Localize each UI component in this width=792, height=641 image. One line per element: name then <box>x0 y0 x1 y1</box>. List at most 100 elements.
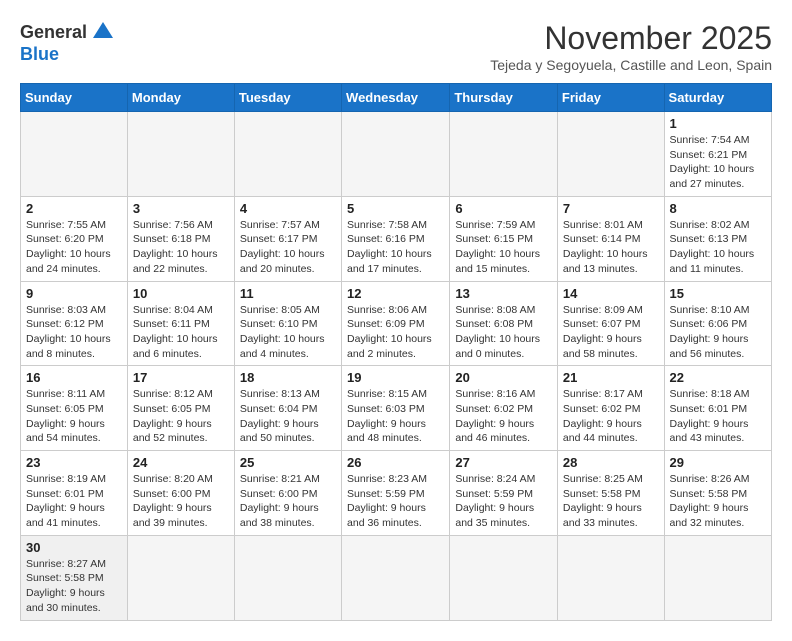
calendar-week-row: 9 Sunrise: 8:03 AM Sunset: 6:12 PM Daylig… <box>21 281 772 366</box>
calendar-week-row: 2 Sunrise: 7:55 AM Sunset: 6:20 PM Daylig… <box>21 196 772 281</box>
day-info: Sunrise: 8:02 AM Sunset: 6:13 PM Dayligh… <box>670 218 766 277</box>
day-number: 9 <box>26 286 122 301</box>
calendar-cell: 20 Sunrise: 8:16 AM Sunset: 6:02 PM Dayli… <box>450 366 558 451</box>
calendar-cell <box>557 112 664 197</box>
weekday-header-thursday: Thursday <box>450 84 558 112</box>
day-number: 17 <box>133 370 229 385</box>
day-number: 6 <box>455 201 552 216</box>
day-info: Sunrise: 8:27 AM Sunset: 5:58 PM Dayligh… <box>26 557 122 616</box>
day-info: Sunrise: 8:12 AM Sunset: 6:05 PM Dayligh… <box>133 387 229 446</box>
calendar-cell: 22Sunrise: 8:18 AM Sunset: 6:01 PM Dayli… <box>664 366 771 451</box>
calendar-cell: 30 Sunrise: 8:27 AM Sunset: 5:58 PM Dayli… <box>21 535 128 620</box>
day-info: Sunrise: 8:04 AM Sunset: 6:11 PM Dayligh… <box>133 303 229 362</box>
calendar-cell: 7 Sunrise: 8:01 AM Sunset: 6:14 PM Daylig… <box>557 196 664 281</box>
day-number: 27 <box>455 455 552 470</box>
calendar-table: SundayMondayTuesdayWednesdayThursdayFrid… <box>20 83 772 621</box>
day-number: 10 <box>133 286 229 301</box>
day-info: Sunrise: 8:03 AM Sunset: 6:12 PM Dayligh… <box>26 303 122 362</box>
calendar-cell <box>450 112 558 197</box>
weekday-header-monday: Monday <box>127 84 234 112</box>
calendar-cell: 8 Sunrise: 8:02 AM Sunset: 6:13 PM Daylig… <box>664 196 771 281</box>
month-year-title: November 2025 <box>490 20 772 57</box>
calendar-cell: 29 Sunrise: 8:26 AM Sunset: 5:58 PM Dayli… <box>664 451 771 536</box>
weekday-header-wednesday: Wednesday <box>342 84 450 112</box>
weekday-header-sunday: Sunday <box>21 84 128 112</box>
day-info: Sunrise: 7:57 AM Sunset: 6:17 PM Dayligh… <box>240 218 336 277</box>
day-number: 14 <box>563 286 659 301</box>
day-info: Sunrise: 8:17 AM Sunset: 6:02 PM Dayligh… <box>563 387 659 446</box>
day-info: Sunrise: 8:01 AM Sunset: 6:14 PM Dayligh… <box>563 218 659 277</box>
day-info: Sunrise: 8:15 AM Sunset: 6:03 PM Dayligh… <box>347 387 444 446</box>
calendar-cell <box>342 112 450 197</box>
logo-blue-text: Blue <box>20 44 59 65</box>
day-number: 18 <box>240 370 336 385</box>
day-number: 7 <box>563 201 659 216</box>
day-number: 26 <box>347 455 444 470</box>
calendar-cell: 13 Sunrise: 8:08 AM Sunset: 6:08 PM Dayli… <box>450 281 558 366</box>
day-number: 20 <box>455 370 552 385</box>
calendar-cell: 3Sunrise: 7:56 AM Sunset: 6:18 PM Daylig… <box>127 196 234 281</box>
calendar-cell: 4 Sunrise: 7:57 AM Sunset: 6:17 PM Daylig… <box>234 196 341 281</box>
calendar-cell: 9 Sunrise: 8:03 AM Sunset: 6:12 PM Daylig… <box>21 281 128 366</box>
calendar-cell: 12 Sunrise: 8:06 AM Sunset: 6:09 PM Dayli… <box>342 281 450 366</box>
calendar-cell <box>21 112 128 197</box>
day-info: Sunrise: 8:26 AM Sunset: 5:58 PM Dayligh… <box>670 472 766 531</box>
day-number: 28 <box>563 455 659 470</box>
calendar-week-row: 1Sunrise: 7:54 AM Sunset: 6:21 PM Daylig… <box>21 112 772 197</box>
calendar-cell: 2 Sunrise: 7:55 AM Sunset: 6:20 PM Daylig… <box>21 196 128 281</box>
calendar-cell <box>234 112 341 197</box>
calendar-cell: 15 Sunrise: 8:10 AM Sunset: 6:06 PM Dayli… <box>664 281 771 366</box>
day-info: Sunrise: 8:24 AM Sunset: 5:59 PM Dayligh… <box>455 472 552 531</box>
day-info: Sunrise: 8:16 AM Sunset: 6:02 PM Dayligh… <box>455 387 552 446</box>
day-info: Sunrise: 8:20 AM Sunset: 6:00 PM Dayligh… <box>133 472 229 531</box>
calendar-cell: 11Sunrise: 8:05 AM Sunset: 6:10 PM Dayli… <box>234 281 341 366</box>
calendar-week-row: 30 Sunrise: 8:27 AM Sunset: 5:58 PM Dayli… <box>21 535 772 620</box>
day-number: 16 <box>26 370 122 385</box>
day-info: Sunrise: 8:10 AM Sunset: 6:06 PM Dayligh… <box>670 303 766 362</box>
day-number: 23 <box>26 455 122 470</box>
logo-icon <box>91 20 115 44</box>
day-number: 21 <box>563 370 659 385</box>
day-number: 29 <box>670 455 766 470</box>
logo: General Blue <box>20 20 115 65</box>
day-number: 13 <box>455 286 552 301</box>
day-number: 2 <box>26 201 122 216</box>
day-info: Sunrise: 7:55 AM Sunset: 6:20 PM Dayligh… <box>26 218 122 277</box>
day-info: Sunrise: 8:11 AM Sunset: 6:05 PM Dayligh… <box>26 387 122 446</box>
day-number: 8 <box>670 201 766 216</box>
calendar-cell: 10 Sunrise: 8:04 AM Sunset: 6:11 PM Dayli… <box>127 281 234 366</box>
day-info: Sunrise: 7:59 AM Sunset: 6:15 PM Dayligh… <box>455 218 552 277</box>
day-info: Sunrise: 8:05 AM Sunset: 6:10 PM Dayligh… <box>240 303 336 362</box>
day-number: 5 <box>347 201 444 216</box>
calendar-cell <box>342 535 450 620</box>
day-number: 30 <box>26 540 122 555</box>
calendar-cell: 14Sunrise: 8:09 AM Sunset: 6:07 PM Dayli… <box>557 281 664 366</box>
calendar-cell: 21 Sunrise: 8:17 AM Sunset: 6:02 PM Dayli… <box>557 366 664 451</box>
day-number: 12 <box>347 286 444 301</box>
day-info: Sunrise: 8:25 AM Sunset: 5:58 PM Dayligh… <box>563 472 659 531</box>
header: General Blue November 2025 Tejeda y Sego… <box>20 20 772 73</box>
calendar-cell: 26Sunrise: 8:23 AM Sunset: 5:59 PM Dayli… <box>342 451 450 536</box>
calendar-cell: 16 Sunrise: 8:11 AM Sunset: 6:05 PM Dayli… <box>21 366 128 451</box>
calendar-cell: 23Sunrise: 8:19 AM Sunset: 6:01 PM Dayli… <box>21 451 128 536</box>
calendar-week-row: 23Sunrise: 8:19 AM Sunset: 6:01 PM Dayli… <box>21 451 772 536</box>
calendar-cell <box>234 535 341 620</box>
calendar-cell <box>664 535 771 620</box>
weekday-header-row: SundayMondayTuesdayWednesdayThursdayFrid… <box>21 84 772 112</box>
day-number: 4 <box>240 201 336 216</box>
day-info: Sunrise: 8:08 AM Sunset: 6:08 PM Dayligh… <box>455 303 552 362</box>
location-subtitle: Tejeda y Segoyuela, Castille and Leon, S… <box>490 57 772 73</box>
calendar-cell <box>127 535 234 620</box>
calendar-cell <box>127 112 234 197</box>
day-info: Sunrise: 7:56 AM Sunset: 6:18 PM Dayligh… <box>133 218 229 277</box>
calendar-cell: 24Sunrise: 8:20 AM Sunset: 6:00 PM Dayli… <box>127 451 234 536</box>
calendar-cell: 1Sunrise: 7:54 AM Sunset: 6:21 PM Daylig… <box>664 112 771 197</box>
day-number: 25 <box>240 455 336 470</box>
day-info: Sunrise: 8:06 AM Sunset: 6:09 PM Dayligh… <box>347 303 444 362</box>
calendar-cell: 25Sunrise: 8:21 AM Sunset: 6:00 PM Dayli… <box>234 451 341 536</box>
day-number: 1 <box>670 116 766 131</box>
day-number: 15 <box>670 286 766 301</box>
weekday-header-saturday: Saturday <box>664 84 771 112</box>
weekday-header-friday: Friday <box>557 84 664 112</box>
title-area: November 2025 Tejeda y Segoyuela, Castil… <box>490 20 772 73</box>
